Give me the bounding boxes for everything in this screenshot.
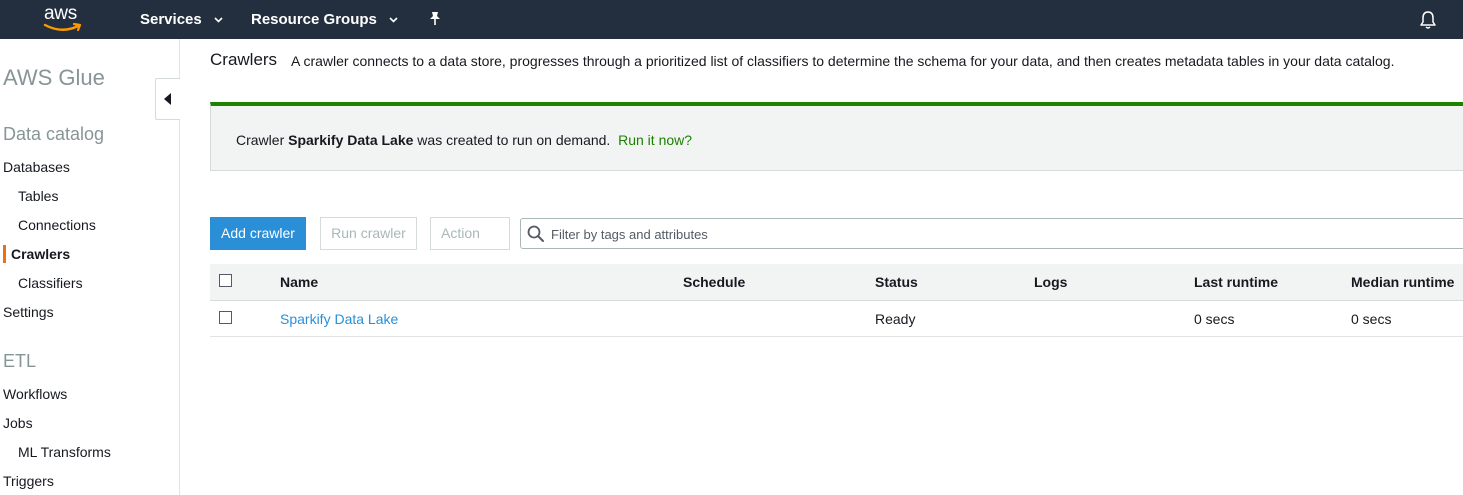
action-dropdown-label: Action: [441, 225, 480, 241]
row-select-checkbox[interactable]: [219, 311, 232, 324]
etl-heading: ETL: [3, 351, 37, 371]
column-header-schedule[interactable]: Schedule: [683, 274, 745, 290]
sidebar-item-ml-transforms[interactable]: ML Transforms: [18, 444, 111, 460]
aws-logo[interactable]: aws: [42, 3, 88, 35]
top-navigation-bar: aws Services Resource Groups: [0, 0, 1463, 39]
search-icon: [527, 225, 544, 242]
resource-groups-menu-label: Resource Groups: [251, 11, 377, 28]
page-title: Crawlers: [210, 50, 278, 69]
flash-crawler-name: Sparkify Data Lake: [288, 132, 414, 148]
table-row: Sparkify Data Lake Ready 0 secs 0 secs: [210, 301, 1463, 337]
sidebar-item-classifiers[interactable]: Classifiers: [18, 275, 83, 291]
filter-input[interactable]: [551, 224, 1451, 244]
column-header-logs[interactable]: Logs: [1034, 274, 1067, 290]
sidebar-item-jobs[interactable]: Jobs: [3, 415, 33, 431]
run-crawler-button[interactable]: Run crawler: [320, 217, 417, 250]
data-catalog-heading: Data catalog: [3, 124, 105, 144]
service-title[interactable]: AWS Glue: [3, 65, 105, 91]
active-item-indicator: [3, 245, 6, 263]
crawler-last-runtime: 0 secs: [1194, 311, 1235, 327]
sidebar-item-tables[interactable]: Tables: [18, 188, 58, 204]
sidebar-item-workflows[interactable]: Workflows: [3, 386, 67, 402]
success-flash-message: Crawler Sparkify Data Lake was created t…: [210, 102, 1463, 171]
collapse-sidebar-button[interactable]: [155, 78, 180, 120]
column-header-status[interactable]: Status: [875, 274, 918, 290]
page-description: A crawler connects to a data store, prog…: [291, 53, 1395, 69]
table-header: Name Schedule Status Logs Last runtime M…: [210, 264, 1463, 301]
sidebar-item-databases[interactable]: Databases: [3, 159, 70, 175]
flash-prefix: Crawler: [236, 132, 289, 148]
select-all-checkbox[interactable]: [219, 274, 232, 287]
flash-text: Crawler Sparkify Data Lake was created t…: [236, 132, 692, 148]
crawler-name-link[interactable]: Sparkify Data Lake: [280, 311, 398, 327]
column-header-last-runtime[interactable]: Last runtime: [1194, 274, 1278, 290]
services-menu-label: Services: [140, 11, 202, 28]
bell-icon[interactable]: [1419, 10, 1437, 30]
aws-smile-icon: [43, 22, 82, 32]
column-header-median-runtime[interactable]: Median runtime: [1351, 274, 1454, 290]
sidebar-item-triggers[interactable]: Triggers: [3, 473, 54, 489]
pin-icon[interactable]: [428, 11, 442, 27]
sidebar: AWS Glue Data catalog Databases Tables C…: [0, 39, 180, 495]
caret-left-icon: [164, 93, 171, 105]
sidebar-item-connections[interactable]: Connections: [18, 217, 96, 233]
column-header-name[interactable]: Name: [280, 274, 318, 290]
sidebar-item-settings[interactable]: Settings: [3, 304, 54, 320]
crawler-median-runtime: 0 secs: [1351, 311, 1392, 327]
resource-groups-menu[interactable]: Resource Groups: [251, 10, 398, 28]
run-it-now-link[interactable]: Run it now?: [618, 132, 692, 148]
chevron-down-icon: [214, 10, 223, 27]
flash-suffix: was created to run on demand.: [413, 132, 611, 148]
chevron-down-icon: [389, 10, 398, 27]
filter-box: [520, 218, 1463, 249]
action-dropdown[interactable]: Action: [430, 217, 510, 269]
services-menu[interactable]: Services: [140, 10, 223, 28]
sidebar-item-crawlers[interactable]: Crawlers: [11, 246, 70, 262]
add-crawler-button[interactable]: Add crawler: [210, 217, 306, 250]
crawler-status: Ready: [875, 311, 916, 327]
